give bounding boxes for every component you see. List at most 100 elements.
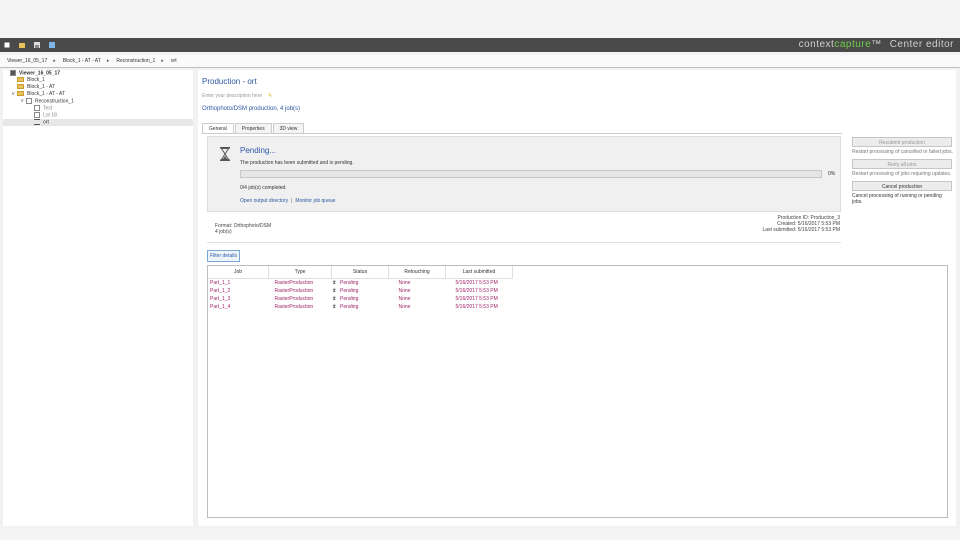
cell-text: Part_1_1 [210, 280, 231, 286]
tree-item[interactable]: Viewer_16_05_17 [3, 70, 193, 77]
table-cell: 5/16/2017 5:53 PM [446, 295, 513, 303]
folder-icon [17, 84, 24, 90]
retry-all-jobs-button[interactable]: Retry all jobs [852, 159, 952, 169]
action-description: Restart processing of jobs requiring upd… [852, 171, 952, 177]
cell-text: RasterProduction [274, 304, 314, 310]
cell-text: Part_1_3 [210, 296, 231, 302]
table-cell: Part_1_2 [208, 287, 269, 295]
new-project-icon[interactable] [4, 42, 10, 48]
tab-divider [202, 133, 842, 134]
tree-item-label: Reconstruction_1 [35, 98, 74, 105]
cell-text: Part_1_4 [210, 304, 231, 310]
cell-text: RasterProduction [274, 280, 314, 286]
cell-text: 5/16/2017 5:53 PM [455, 304, 498, 310]
hourglass-icon: ⧗ [332, 304, 337, 310]
tree-item-label: Block_1 [27, 77, 45, 83]
action-description: Cancel processing of running or pending … [852, 193, 942, 205]
table-cell: RasterProduction [269, 279, 332, 288]
table-cell: None [389, 279, 446, 288]
cell-text: None [398, 296, 411, 302]
table-row[interactable]: Part_1_3 RasterProduction ⧗ Pending None 5/16… [208, 295, 513, 303]
table-cell: ⧗ Pending [332, 279, 389, 288]
cell-text: Pending [340, 288, 359, 294]
monitor-job-queue-link[interactable]: Monitor job queue [295, 198, 335, 204]
cell-text: Part_1_2 [210, 288, 231, 294]
breadcrumb-item[interactable]: Reconstruction_1 [116, 58, 155, 64]
breadcrumb-separator-icon: ▸ [53, 58, 56, 64]
top-band [0, 0, 960, 38]
breadcrumb-separator-icon: ▸ [161, 58, 164, 64]
tree-item[interactable]: Block_1 [3, 77, 193, 84]
breadcrumb-separator-icon: ▸ [106, 58, 110, 64]
cancel-production-button[interactable]: Cancel production [852, 181, 952, 191]
description-field[interactable]: Enter your description here ✎ [202, 93, 272, 99]
hourglass-icon: ⧗ [332, 288, 337, 294]
table-cell: None [389, 303, 446, 311]
breadcrumb-item[interactable]: Viewer_16_05_17 [7, 58, 47, 64]
project-tree: Viewer_16_05_17 Block_1 Block_1 - AT v Block… [3, 70, 193, 526]
tree-item[interactable]: Lot 18 [3, 112, 193, 119]
title-bar: contextcapture™ Center editor [0, 38, 960, 52]
table-cell: RasterProduction [269, 295, 332, 303]
cell-text: 5/16/2017 5:53 PM [455, 280, 498, 286]
breadcrumb-item[interactable]: ort [171, 58, 177, 64]
table-cell: RasterProduction [269, 303, 332, 311]
breadcrumb: Viewer_16_05_17 ▸ Block_1 - AT - AT ▸ Recons… [0, 55, 960, 68]
resubmit-production-button[interactable]: Resubmit production [852, 137, 952, 147]
hourglass-icon: ⧗ [332, 296, 337, 302]
hourglass-icon [220, 147, 230, 161]
table-row[interactable]: Part_1_1 RasterProduction ⧗ Pending None 5/16… [208, 279, 513, 288]
tab-bar: General Properties 3D view [202, 123, 305, 134]
column-header[interactable]: Type [268, 266, 332, 279]
link-separator: | [291, 198, 293, 204]
action-description: Restart processing of cancelled or faile… [852, 149, 953, 155]
tree-item[interactable]: Block_1 - AT [3, 84, 193, 91]
jobs-table: Job Type Status Retouching Last submitted Pa… [207, 265, 948, 518]
open-folder-icon[interactable] [19, 42, 25, 48]
divider [207, 242, 841, 243]
settings-icon[interactable] [49, 42, 55, 48]
brand-logo: contextcapture™ Center editor [798, 39, 954, 50]
breadcrumb-item[interactable]: Block_1 - AT - AT [63, 58, 101, 64]
tree-item-label: ort [43, 119, 49, 126]
production-icon [34, 112, 40, 118]
folder-icon [17, 77, 24, 83]
tree-item[interactable]: ort [3, 119, 193, 126]
cell-text: RasterProduction [274, 296, 314, 302]
reconstruction-icon [26, 98, 32, 104]
table-cell: 5/16/2017 5:53 PM [446, 287, 513, 295]
table-cell: ⧗ Pending [332, 295, 389, 303]
action-panel: Resubmit production Restart processing of… [852, 137, 953, 209]
cell-text: Pending [340, 280, 359, 286]
column-header[interactable]: Retouching [388, 266, 446, 279]
table-cell: RasterProduction [269, 287, 332, 295]
edit-icon[interactable]: ✎ [268, 93, 272, 99]
folder-icon [17, 91, 24, 97]
production-subtitle: Orthophoto/DSM production, 4 job(s) [202, 106, 301, 112]
tree-item[interactable]: v Block_1 - AT - AT [3, 91, 193, 98]
progress-percent: 0% [828, 171, 836, 177]
table-cell: Part_1_3 [208, 295, 269, 303]
table-cell: ⧗ Pending [332, 303, 389, 311]
tree-item[interactable]: v Reconstruction_1 [3, 98, 193, 105]
filter-details-button[interactable]: Filter details [207, 250, 240, 262]
last-submitted-date: Last submitted: 5/16/2017 5:53 PM [762, 227, 840, 233]
column-header[interactable]: Job [208, 266, 269, 279]
column-header[interactable]: Status [331, 266, 389, 279]
save-icon[interactable] [34, 42, 40, 48]
table-row[interactable]: Part_1_2 RasterProduction ⧗ Pending None 5/16… [208, 287, 513, 295]
table-row[interactable]: Part_1_4 RasterProduction ⧗ Pending None 5/16… [208, 303, 513, 311]
table-cell: ⧗ Pending [332, 287, 389, 295]
cell-text: None [398, 280, 411, 286]
table-cell: Part_1_4 [208, 303, 269, 311]
project-icon [10, 70, 16, 76]
open-output-directory-link[interactable]: Open output directory [240, 198, 288, 204]
cell-text: None [398, 288, 411, 294]
table-cell: None [389, 295, 446, 303]
table-cell: None [389, 287, 446, 295]
tree-item[interactable]: Test [3, 105, 193, 112]
column-header[interactable]: Last submitted [445, 266, 513, 279]
page-title: Production - ort [202, 77, 257, 86]
cell-text: Pending [340, 296, 359, 302]
status-message: The production has been submitted and is… [240, 160, 354, 166]
